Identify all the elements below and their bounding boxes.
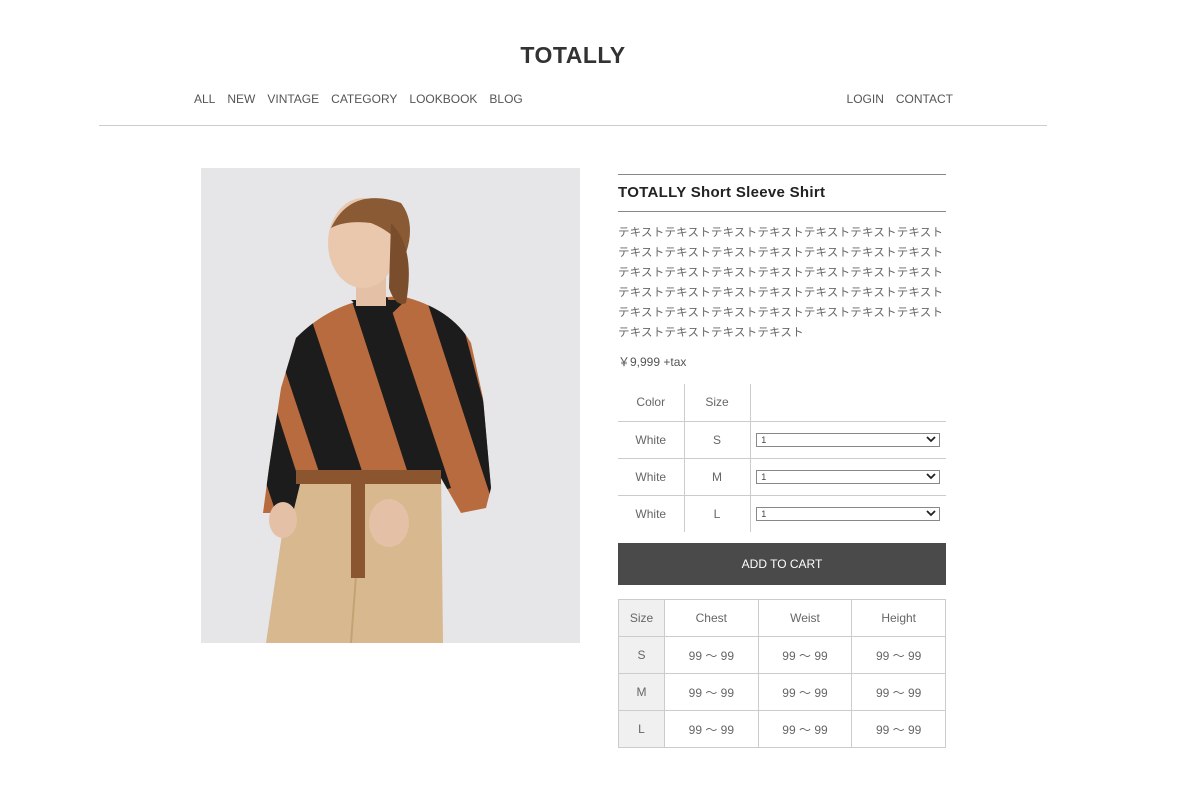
model-illustration [201,168,580,643]
variant-header-qty [750,384,946,421]
site-logo[interactable]: TOTALLY [0,42,1146,69]
quantity-select[interactable]: 1 [756,506,941,521]
chevron-down-icon [926,473,936,480]
quantity-value: 1 [761,471,767,482]
chevron-down-icon [926,436,936,443]
variant-row: White M 1 [618,457,946,495]
variant-qty-cell: 1 [750,457,946,495]
add-to-cart-button[interactable]: ADD TO CART [618,543,946,585]
variant-qty-cell: 1 [750,420,946,458]
variant-header-row: Color Size [618,384,946,421]
quantity-value: 1 [761,508,767,519]
size-chart-row: M 99 ～ 99 99 ～ 99 99 ～ 99 [618,673,946,711]
size-chart-table: Size Chest Weist Height S 99 ～ 99 99 ～ 9… [618,599,946,748]
nav-login[interactable]: LOGIN [847,92,884,106]
size-chart-cell: 99 ～ 99 [851,673,946,711]
size-chart-size: S [618,636,665,674]
variant-header-color: Color [618,384,685,421]
size-chart-cell: 99 ～ 99 [757,710,853,748]
nav-lookbook[interactable]: LOOKBOOK [409,92,477,106]
variant-row: White S 1 [618,420,946,458]
variant-table: Color Size White S 1 White M 1 White L 1 [618,384,946,532]
variant-color: White [618,494,685,532]
nav-new[interactable]: NEW [227,92,255,106]
quantity-select[interactable]: 1 [756,469,941,484]
product-description: テキストテキストテキストテキストテキストテキストテキストテキストテキストテキスト… [618,225,944,339]
size-chart-cell: 99 ～ 99 [851,710,946,748]
variant-color: White [618,457,685,495]
chevron-down-icon [926,510,936,517]
title-bottom-divider [618,211,946,212]
product-image[interactable] [201,168,580,643]
size-chart-cell: 99 ～ 99 [757,673,853,711]
variant-qty-cell: 1 [750,494,946,532]
size-chart-size: M [618,673,665,711]
quantity-value: 1 [761,434,767,445]
size-chart-header-row: Size Chest Weist Height [618,599,946,637]
product-info: TOTALLY Short Sleeve Shirt テキストテキストテキストテ… [618,174,946,748]
size-chart-cell: 99 ～ 99 [664,636,759,674]
size-chart-cell: 99 ～ 99 [664,710,759,748]
variant-color: White [618,420,685,458]
size-chart-header: Chest [664,599,759,637]
header-divider [99,125,1047,126]
size-chart-row: L 99 ～ 99 99 ～ 99 99 ～ 99 [618,710,946,748]
nav-vintage[interactable]: VINTAGE [267,92,319,106]
size-chart-header: Size [618,599,665,637]
variant-size: S [684,420,751,458]
size-chart-header: Height [851,599,946,637]
account-nav: LOGIN CONTACT [847,92,953,106]
product-price: ￥9,999 +tax [618,355,687,369]
size-chart-cell: 99 ～ 99 [664,673,759,711]
nav-blog[interactable]: BLOG [489,92,522,106]
variant-header-size: Size [684,384,751,421]
size-chart-cell: 99 ～ 99 [757,636,853,674]
nav-category[interactable]: CATEGORY [331,92,397,106]
size-chart-header: Weist [757,599,853,637]
main-nav: ALL NEW VINTAGE CATEGORY LOOKBOOK BLOG [194,92,523,106]
size-chart-size: L [618,710,665,748]
product-title: TOTALLY Short Sleeve Shirt [618,184,826,201]
variant-size: M [684,457,751,495]
size-chart-cell: 99 ～ 99 [851,636,946,674]
variant-row: White L 1 [618,494,946,532]
variant-size: L [684,494,751,532]
nav-all[interactable]: ALL [194,92,215,106]
quantity-select[interactable]: 1 [756,432,941,447]
nav-contact[interactable]: CONTACT [896,92,953,106]
size-chart-row: S 99 ～ 99 99 ～ 99 99 ～ 99 [618,636,946,674]
